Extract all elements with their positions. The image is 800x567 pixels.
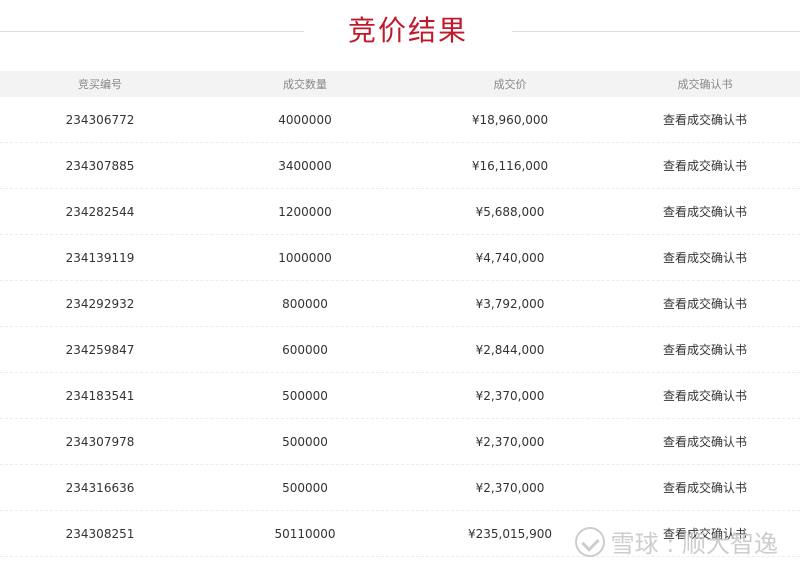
header-price: 成交价 bbox=[493, 78, 527, 91]
cell-quantity: 500000 bbox=[282, 480, 328, 495]
view-confirmation-link[interactable]: 查看成交确认书 bbox=[610, 341, 800, 358]
cell-quantity: 800000 bbox=[282, 296, 328, 311]
cell-price: ¥2,844,000 bbox=[475, 342, 545, 357]
table-row: 234316636 500000 ¥2,370,000 查看成交确认书 bbox=[0, 465, 800, 511]
cell-price: ¥16,116,000 bbox=[471, 158, 549, 173]
view-confirmation-link[interactable]: 查看成交确认书 bbox=[610, 249, 800, 266]
view-confirmation-link[interactable]: 查看成交确认书 bbox=[610, 295, 800, 312]
title-divider-left bbox=[0, 31, 304, 32]
results-table: 竞买编号 成交数量 成交价 成交确认书 234306772 4000000 ¥18,… bbox=[0, 71, 800, 557]
cell-price: ¥2,370,000 bbox=[475, 480, 545, 495]
cell-quantity: 4000000 bbox=[278, 112, 332, 127]
table-row: 234292932 800000 ¥3,792,000 查看成交确认书 bbox=[0, 281, 800, 327]
table-body: 234306772 4000000 ¥18,960,000 查看成交确认书 234307… bbox=[0, 97, 800, 557]
page-title: 竞价结果 bbox=[347, 14, 468, 47]
table-row: 234307978 500000 ¥2,370,000 查看成交确认书 bbox=[0, 419, 800, 465]
table-header: 竞买编号 成交数量 成交价 成交确认书 bbox=[0, 71, 800, 97]
watermark: 雪球 : 顺大智逸 bbox=[574, 524, 778, 559]
view-confirmation-link[interactable]: 查看成交确认书 bbox=[610, 111, 800, 128]
view-confirmation-link[interactable]: 查看成交确认书 bbox=[610, 157, 800, 174]
cell-quantity: 1000000 bbox=[278, 250, 332, 265]
cell-price: ¥5,688,000 bbox=[475, 204, 545, 219]
cell-quantity: 600000 bbox=[282, 342, 328, 357]
header-bid-id: 竞买编号 bbox=[78, 78, 122, 91]
table-row: 234183541 500000 ¥2,370,000 查看成交确认书 bbox=[0, 373, 800, 419]
cell-quantity: 1200000 bbox=[278, 204, 332, 219]
cell-bid-id: 234307978 bbox=[65, 434, 135, 449]
cell-bid-id: 234292932 bbox=[65, 296, 135, 311]
view-confirmation-link[interactable]: 查看成交确认书 bbox=[610, 203, 800, 220]
cell-quantity: 50110000 bbox=[274, 526, 336, 541]
cell-bid-id: 234139119 bbox=[65, 250, 135, 265]
page-header: 竞价结果 bbox=[0, 0, 800, 64]
cell-bid-id: 234282544 bbox=[65, 204, 135, 219]
cell-bid-id: 234316636 bbox=[65, 480, 135, 495]
table-row: 234306772 4000000 ¥18,960,000 查看成交确认书 bbox=[0, 97, 800, 143]
cell-price: ¥2,370,000 bbox=[475, 434, 545, 449]
cell-price: ¥2,370,000 bbox=[475, 388, 545, 403]
table-row: 234282544 1200000 ¥5,688,000 查看成交确认书 bbox=[0, 189, 800, 235]
view-confirmation-link[interactable]: 查看成交确认书 bbox=[610, 479, 800, 496]
cell-bid-id: 234259847 bbox=[65, 342, 135, 357]
cell-price: ¥4,740,000 bbox=[475, 250, 545, 265]
cell-quantity: 500000 bbox=[282, 434, 328, 449]
cell-price: ¥18,960,000 bbox=[471, 112, 549, 127]
header-quantity: 成交数量 bbox=[283, 78, 327, 91]
header-confirmation: 成交确认书 bbox=[677, 78, 733, 91]
table-row: 234259847 600000 ¥2,844,000 查看成交确认书 bbox=[0, 327, 800, 373]
cell-bid-id: 234307885 bbox=[65, 158, 135, 173]
view-confirmation-link[interactable]: 查看成交确认书 bbox=[610, 433, 800, 450]
title-divider-right bbox=[512, 31, 800, 32]
watermark-text: 雪球 : 顺大智逸 bbox=[610, 530, 778, 558]
cell-bid-id: 234308251 bbox=[65, 526, 135, 541]
cell-quantity: 500000 bbox=[282, 388, 328, 403]
view-confirmation-link[interactable]: 查看成交确认书 bbox=[610, 387, 800, 404]
table-row: 234307885 3400000 ¥16,116,000 查看成交确认书 bbox=[0, 143, 800, 189]
cell-price: ¥3,792,000 bbox=[475, 296, 545, 311]
snowball-logo-icon bbox=[574, 526, 605, 557]
cell-quantity: 3400000 bbox=[278, 158, 332, 173]
cell-bid-id: 234183541 bbox=[65, 388, 135, 403]
cell-bid-id: 234306772 bbox=[65, 112, 135, 127]
table-row: 234139119 1000000 ¥4,740,000 查看成交确认书 bbox=[0, 235, 800, 281]
